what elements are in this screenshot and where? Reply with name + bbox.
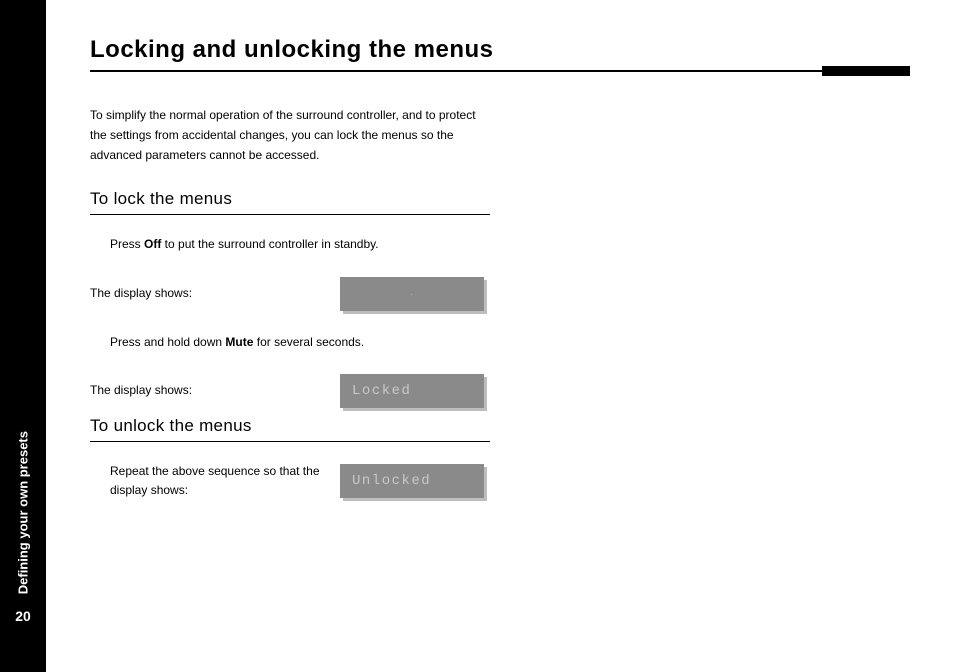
display-label: The display shows: — [90, 284, 340, 303]
intro-paragraph: To simplify the normal operation of the … — [90, 106, 490, 165]
lcd-display-unlocked: Unlocked — [340, 464, 484, 498]
title-rule-accent — [822, 66, 910, 76]
lcd-display-standby: . — [340, 277, 484, 311]
display-row-3: Repeat the above sequence so that the di… — [90, 462, 490, 500]
display-label: The display shows: — [90, 381, 340, 400]
page-content: Locking and unlocking the menus To simpl… — [46, 0, 954, 672]
title-rule — [90, 70, 910, 72]
step-unlock: Repeat the above sequence so that the di… — [110, 462, 340, 500]
display-row-1: The display shows: . — [90, 277, 490, 311]
section-rule — [90, 214, 490, 215]
step-text: Press — [110, 237, 144, 251]
page-number: 20 — [15, 608, 31, 624]
step-bold: Mute — [225, 335, 253, 349]
section-heading-unlock: To unlock the menus — [90, 416, 490, 436]
lcd-dot: . — [409, 290, 414, 297]
step-text: Press and hold down — [110, 335, 225, 349]
document-page: Defining your own presets 20 Locking and… — [0, 0, 954, 672]
sidebar: Defining your own presets 20 — [0, 0, 46, 672]
page-title: Locking and unlocking the menus — [90, 36, 910, 64]
step-text: for several seconds. — [253, 335, 364, 349]
chapter-label: Defining your own presets — [16, 431, 31, 594]
display-row-2: The display shows: Locked — [90, 374, 490, 408]
step-lock-1: Press Off to put the surround controller… — [110, 235, 490, 254]
step-text: to put the surround controller in standb… — [161, 237, 378, 251]
step-lock-2: Press and hold down Mute for several sec… — [110, 333, 490, 352]
step-bold: Off — [144, 237, 161, 251]
lcd-display-locked: Locked — [340, 374, 484, 408]
section-rule — [90, 441, 490, 442]
section-heading-lock: To lock the menus — [90, 189, 490, 209]
text-column: To simplify the normal operation of the … — [90, 106, 490, 500]
